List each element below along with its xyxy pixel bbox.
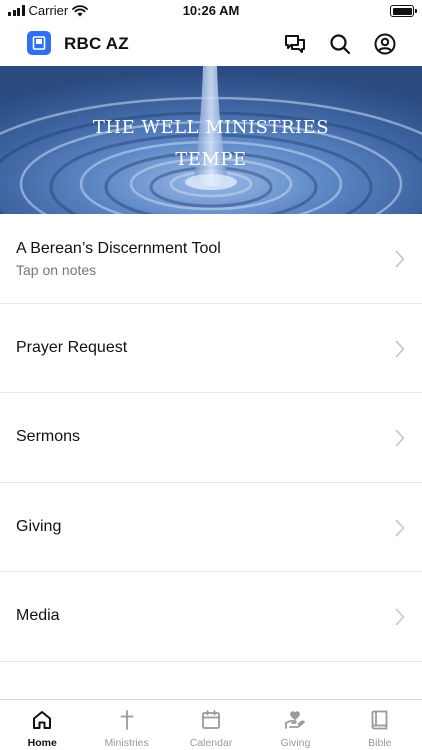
- tab-giving[interactable]: Giving: [253, 700, 337, 750]
- status-time: 10:26 AM: [182, 3, 240, 18]
- chevron-right-icon: [395, 519, 405, 536]
- tab-ministries[interactable]: Ministries: [84, 700, 168, 750]
- list-item-subtitle: Tap on notes: [16, 262, 97, 278]
- cross-icon: [120, 710, 134, 730]
- book-icon: [371, 710, 388, 730]
- tab-label: Bible: [368, 737, 392, 749]
- status-bar: Carrier 10:26 AM: [0, 0, 422, 22]
- list-item-giving[interactable]: Giving: [0, 483, 422, 572]
- menu-list: A Berean’s Discernment Tool Tap on notes…: [0, 214, 422, 662]
- list-item-label: Giving: [16, 517, 62, 535]
- tab-label: Ministries: [104, 737, 149, 749]
- profile-icon[interactable]: [372, 31, 398, 57]
- header-actions: [282, 31, 398, 57]
- tab-bar: Home Ministries Calendar Giving Bible: [0, 699, 422, 750]
- list-item-prayer-request[interactable]: Prayer Request: [0, 304, 422, 393]
- list-item-discernment-tool[interactable]: A Berean’s Discernment Tool Tap on notes: [0, 214, 422, 304]
- list-item-label: A Berean’s Discernment Tool: [16, 240, 221, 257]
- search-icon[interactable]: [327, 31, 353, 57]
- tab-label: Giving: [280, 737, 311, 749]
- chevron-right-icon: [395, 250, 405, 268]
- hero-line-2: TEMPE: [175, 149, 247, 170]
- list-item-label: Prayer Request: [16, 338, 128, 356]
- app-title: RBC AZ: [64, 34, 129, 53]
- chevron-right-icon: [395, 429, 405, 447]
- home-icon: [33, 711, 52, 729]
- tab-bible[interactable]: Bible: [338, 700, 422, 750]
- tab-calendar[interactable]: Calendar: [169, 700, 253, 750]
- tab-home[interactable]: Home: [0, 700, 84, 750]
- chevron-right-icon: [395, 340, 405, 357]
- hero-title: THE WELL MINISTRIES TEMPE: [0, 112, 422, 176]
- list-item-sermons[interactable]: Sermons: [0, 393, 422, 483]
- chevron-right-icon: [395, 608, 405, 626]
- list-item-label: Media: [16, 607, 60, 624]
- app-logo-icon: [27, 31, 51, 55]
- chat-icon[interactable]: [282, 31, 308, 57]
- hero-banner[interactable]: THE WELL MINISTRIES TEMPE: [0, 66, 422, 214]
- tab-label: Calendar: [189, 737, 233, 749]
- list-item-label: Sermons: [16, 428, 81, 445]
- giving-hand-icon: [285, 711, 306, 729]
- tab-label: Home: [27, 737, 57, 749]
- calendar-icon: [202, 710, 220, 729]
- battery-icon: [390, 5, 417, 17]
- hero-line-1: THE WELL MINISTRIES: [92, 117, 330, 138]
- app-header: RBC AZ: [0, 22, 422, 66]
- list-item-media[interactable]: Media: [0, 572, 422, 662]
